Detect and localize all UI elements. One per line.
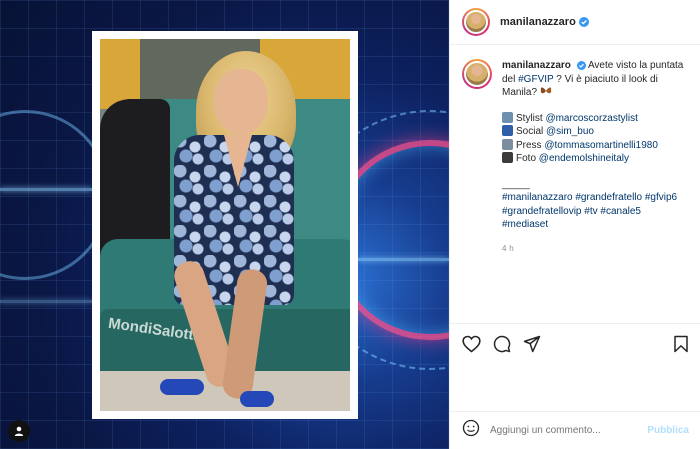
credit-label: Foto: [516, 153, 539, 164]
caption-username[interactable]: manilanazzaro: [502, 60, 571, 71]
verified-badge-icon: [578, 17, 589, 27]
phone-emoji-icon: [502, 125, 513, 136]
hashtags[interactable]: #manilanazzaro #grandefratello #gfvip6 #…: [502, 191, 688, 232]
comment-icon: [493, 335, 511, 352]
credit-row: Foto @endemolshineitaly: [502, 152, 688, 166]
hashtag-block: _____ #manilanazzaro #grandefratello #gf…: [502, 178, 688, 232]
background-streak: [0, 300, 92, 303]
credit-label: Social: [516, 126, 547, 137]
tagged-users-button[interactable]: [8, 420, 30, 442]
comment-bar: Pubblica: [450, 411, 700, 449]
credit-handle[interactable]: @tommasomartinelli1980: [544, 140, 658, 151]
dress-neckline: [224, 135, 252, 187]
caption: manilanazzaro Avete visto la puntata del…: [450, 45, 700, 353]
woman-shoe: [160, 379, 204, 395]
like-button[interactable]: [462, 335, 481, 353]
credit-label: Stylist: [516, 112, 546, 124]
credit-row: Social @sim_buo: [502, 125, 688, 139]
share-button[interactable]: [523, 335, 541, 353]
comment-input[interactable]: [490, 425, 648, 436]
comment-button[interactable]: [493, 335, 511, 353]
post-sidebar: manilanazzaro manilanazzaro Avete visto …: [449, 0, 700, 449]
credit-row: Press @tommasomartinelli1980: [502, 138, 688, 153]
header-username[interactable]: manilanazzaro: [500, 16, 576, 28]
publish-button[interactable]: Pubblica: [647, 425, 689, 436]
save-button[interactable]: [673, 335, 689, 353]
send-icon: [523, 335, 541, 352]
hashtag-link[interactable]: #GFVIP: [518, 74, 553, 85]
smiley-icon: [462, 419, 480, 437]
avatar[interactable]: [462, 59, 492, 89]
post-time[interactable]: 4 h: [502, 242, 688, 256]
caption-text: manilanazzaro Avete visto la puntata del…: [502, 59, 688, 255]
background-streak: [358, 258, 449, 261]
emoji-button[interactable]: [462, 419, 480, 442]
heart-icon: [462, 335, 481, 353]
post-media[interactable]: MondiSalotti: [0, 0, 449, 449]
woman-face: [214, 69, 268, 135]
butterfly-emoji-icon: [540, 87, 552, 94]
verified-badge-icon: [576, 61, 586, 70]
post-photo: MondiSalotti: [100, 39, 350, 411]
bookmark-icon: [674, 335, 688, 352]
mirror-emoji-icon: [502, 111, 513, 123]
divider-line: _____: [502, 178, 530, 190]
camera-emoji-icon: [502, 152, 513, 163]
user-icon: [14, 426, 24, 436]
credits-list: Stylist @marcoscorzastylist Social @sim_…: [502, 111, 688, 166]
action-bar: [450, 323, 700, 363]
credit-handle[interactable]: @endemolshineitaly: [539, 153, 629, 164]
credit-handle[interactable]: @marcoscorzastylist: [545, 113, 637, 124]
newspaper-emoji-icon: [502, 138, 513, 150]
background-streak: [0, 188, 92, 191]
avatar[interactable]: [462, 8, 490, 36]
woman-shoe: [240, 391, 274, 407]
post-header: manilanazzaro: [450, 0, 700, 45]
credit-row: Stylist @marcoscorzastylist: [502, 111, 688, 126]
credit-label: Press: [516, 139, 545, 151]
credit-handle[interactable]: @sim_buo: [546, 126, 594, 137]
photo-frame: MondiSalotti: [92, 31, 358, 419]
